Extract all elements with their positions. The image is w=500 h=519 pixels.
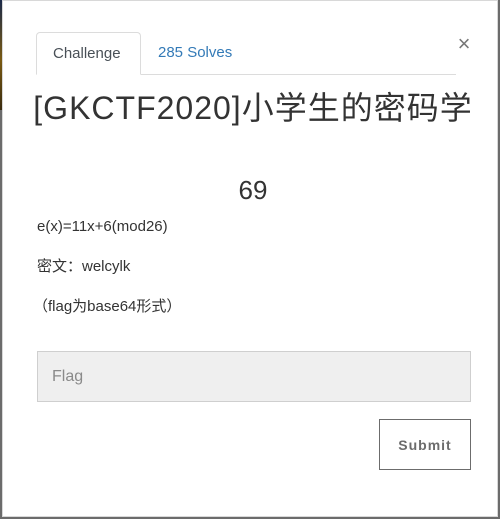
- challenge-modal: × Challenge 285 Solves [GKCTF2020]小学生的密码…: [2, 0, 498, 517]
- description-line-ciphertext: 密文：welcylk: [37, 258, 131, 275]
- tab-bar: Challenge 285 Solves: [36, 32, 456, 75]
- tab-challenge[interactable]: Challenge: [36, 32, 141, 75]
- description-line-formula: e(x)=11x+6(mod26): [37, 218, 168, 235]
- challenge-title: [GKCTF2020]小学生的密码学: [33, 90, 473, 126]
- flag-input[interactable]: [37, 351, 471, 402]
- challenge-points: 69: [238, 175, 268, 205]
- description-line-hint: （flag为base64形式）: [33, 298, 182, 315]
- close-button[interactable]: ×: [454, 33, 474, 55]
- submit-button[interactable]: Submit: [379, 419, 471, 470]
- tab-solves[interactable]: 285 Solves: [142, 32, 248, 74]
